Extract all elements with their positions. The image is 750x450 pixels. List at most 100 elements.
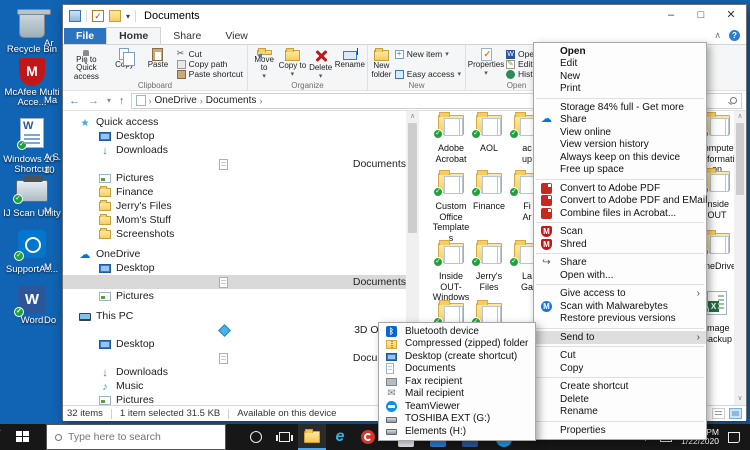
context-menu-item-convert-to-adobe-pdf-and-email[interactable]: Convert to Adobe PDF and EMail bbox=[534, 195, 706, 208]
details-view-toggle-icon[interactable] bbox=[712, 408, 725, 419]
copy-path-button[interactable]: Copy path bbox=[177, 59, 243, 69]
send-to-item-desktop-create-shortcut[interactable]: Desktop (create shortcut) bbox=[379, 350, 535, 363]
collapse-ribbon-icon[interactable]: ∧ bbox=[714, 30, 721, 41]
paste-button[interactable]: Paste bbox=[141, 47, 174, 81]
large-icons-view-toggle-icon[interactable] bbox=[729, 408, 742, 419]
customize-qat-chevron-icon[interactable]: ▾ bbox=[126, 12, 130, 21]
properties-icon[interactable] bbox=[92, 10, 104, 22]
sidebar-item-3d-objects[interactable]: 3D Objects bbox=[63, 323, 406, 337]
task-view-button[interactable] bbox=[270, 424, 298, 450]
breadcrumb-onedrive[interactable]: OneDrive bbox=[155, 95, 197, 106]
file-explorer-taskbar-button[interactable] bbox=[298, 424, 326, 450]
scroll-down-icon[interactable]: ∨ bbox=[734, 394, 746, 404]
sidebar-item-music[interactable]: Music bbox=[63, 379, 406, 393]
cut-button[interactable]: Cut bbox=[177, 49, 243, 59]
file-item-aol[interactable]: AOL bbox=[469, 115, 509, 154]
maximize-button[interactable]: □ bbox=[686, 5, 716, 26]
sidebar-item-jerry-s-files[interactable]: Jerry's Files bbox=[63, 199, 406, 213]
context-menu-item-open-with[interactable]: Open with... bbox=[534, 269, 706, 282]
context-menu-item-combine-files-in-acrobat[interactable]: Combine files in Acrobat... bbox=[534, 207, 706, 220]
help-icon[interactable] bbox=[729, 30, 740, 41]
send-to-item-teamviewer[interactable]: TeamViewer bbox=[379, 400, 535, 413]
context-menu-item-edit[interactable]: Edit bbox=[534, 58, 706, 71]
context-menu-item-share[interactable]: Share bbox=[534, 114, 706, 127]
file-scrollbar[interactable]: ∧ ∨ bbox=[734, 111, 746, 405]
context-menu-item-delete[interactable]: Delete bbox=[534, 393, 706, 406]
sidebar-item-desktop[interactable]: Desktop bbox=[63, 129, 406, 143]
taskbar-search-input[interactable] bbox=[68, 431, 198, 443]
taskbar-search[interactable] bbox=[46, 424, 226, 450]
action-center-icon[interactable] bbox=[728, 432, 740, 443]
context-menu-item-send-to[interactable]: Send to› bbox=[534, 331, 706, 344]
back-icon[interactable]: ← bbox=[67, 95, 82, 107]
file-item-custom-office-templates[interactable]: Custom Office Templates bbox=[431, 173, 471, 243]
minimize-button[interactable]: – bbox=[656, 5, 686, 26]
context-menu-item-convert-to-adobe-pdf[interactable]: Convert to Adobe PDF bbox=[534, 182, 706, 195]
file-item-finance[interactable]: Finance bbox=[469, 173, 509, 212]
edge-taskbar-button[interactable] bbox=[326, 424, 354, 450]
tab-view[interactable]: View bbox=[213, 28, 260, 44]
sidebar-item-quick-access[interactable]: Quick access bbox=[63, 115, 406, 129]
context-menu-item-rename[interactable]: Rename bbox=[534, 406, 706, 419]
sidebar-item-desktop[interactable]: Desktop bbox=[63, 337, 406, 351]
easy-access-button[interactable]: Easy access bbox=[395, 69, 461, 79]
send-to-item-bluetooth-device[interactable]: Bluetooth device bbox=[379, 325, 535, 338]
scrollbar-thumb[interactable] bbox=[408, 123, 417, 233]
sidebar-item-downloads[interactable]: Downloads bbox=[63, 365, 406, 379]
context-menu-item-cut[interactable]: Cut bbox=[534, 350, 706, 363]
rename-button[interactable]: Rename bbox=[335, 47, 365, 81]
properties-button[interactable]: Properties bbox=[468, 47, 504, 81]
cortana-button[interactable] bbox=[242, 424, 270, 450]
start-button[interactable] bbox=[0, 424, 46, 450]
context-menu-item-storage-84-full-get-more[interactable]: Storage 84% full - Get more bbox=[534, 101, 706, 114]
context-menu-item-view-version-history[interactable]: View version history bbox=[534, 139, 706, 152]
sidebar-item-this-pc[interactable]: This PC bbox=[63, 309, 406, 323]
context-menu-item-give-access-to[interactable]: Give access to› bbox=[534, 288, 706, 301]
sidebar-item-mom-s-stuff[interactable]: Mom's Stuff bbox=[63, 213, 406, 227]
context-menu-item-free-up-space[interactable]: Free up space bbox=[534, 164, 706, 177]
sidebar-item-documents[interactable]: Documents bbox=[63, 157, 406, 171]
copy-button[interactable]: Copy bbox=[108, 47, 141, 81]
context-menu-item-restore-previous-versions[interactable]: Restore previous versions bbox=[534, 313, 706, 326]
context-menu-item-properties[interactable]: Properties bbox=[534, 424, 706, 437]
up-icon[interactable]: ↑ bbox=[117, 95, 127, 107]
tab-home[interactable]: Home bbox=[106, 27, 161, 44]
paste-shortcut-button[interactable]: Paste shortcut bbox=[177, 69, 243, 79]
sidebar-item-documents[interactable]: Documents bbox=[63, 275, 406, 289]
sidebar-item-onedrive[interactable]: OneDrive bbox=[63, 247, 406, 261]
titlebar[interactable]: ▾ Documents – □ ✕ bbox=[63, 5, 746, 27]
send-to-item-elements-h[interactable]: Elements (H:) bbox=[379, 425, 535, 438]
context-menu-item-share[interactable]: Share bbox=[534, 257, 706, 270]
context-menu-item-create-shortcut[interactable]: Create shortcut bbox=[534, 381, 706, 394]
scroll-up-icon[interactable]: ∧ bbox=[406, 112, 419, 122]
close-button[interactable]: ✕ bbox=[716, 5, 746, 26]
sidebar-item-desktop[interactable]: Desktop bbox=[63, 261, 406, 275]
send-to-item-toshiba-ext-g[interactable]: TOSHIBA EXT (G:) bbox=[379, 413, 535, 426]
sidebar-item-finance[interactable]: Finance bbox=[63, 185, 406, 199]
send-to-item-mail-recipient[interactable]: Mail recipient bbox=[379, 388, 535, 401]
forward-icon[interactable]: → bbox=[86, 95, 101, 107]
recent-locations-chevron-icon[interactable]: ▾ bbox=[105, 96, 113, 105]
delete-button[interactable]: Delete bbox=[307, 47, 335, 81]
pin-to-quick-access-button[interactable]: Pin to Quick access bbox=[65, 47, 108, 81]
sidebar-item-pictures[interactable]: Pictures bbox=[63, 393, 406, 405]
context-menu-item-scan[interactable]: Scan bbox=[534, 226, 706, 239]
breadcrumb-documents[interactable]: Documents bbox=[206, 95, 257, 106]
copy-to-button[interactable]: Copy to bbox=[278, 47, 306, 81]
sidebar-item-pictures[interactable]: Pictures bbox=[63, 289, 406, 303]
move-to-button[interactable]: Move to bbox=[250, 47, 278, 81]
context-menu-item-print[interactable]: Print bbox=[534, 83, 706, 96]
new-folder-button[interactable]: New folder bbox=[370, 47, 393, 81]
send-to-item-fax-recipient[interactable]: Fax recipient bbox=[379, 375, 535, 388]
new-item-button[interactable]: New item bbox=[395, 49, 461, 59]
context-menu-item-always-keep-on-this-device[interactable]: Always keep on this device bbox=[534, 151, 706, 164]
tab-file[interactable]: File bbox=[64, 28, 106, 44]
context-menu-item-copy[interactable]: Copy bbox=[534, 362, 706, 375]
file-item-jerry-s-files[interactable]: Jerry's Files bbox=[469, 243, 509, 292]
tab-share[interactable]: Share bbox=[161, 28, 213, 44]
context-menu-item-scan-with-malwarebytes[interactable]: Scan with Malwarebytes bbox=[534, 300, 706, 313]
file-item-adobe-acrobat[interactable]: Adobe Acrobat bbox=[431, 115, 471, 164]
context-menu-item-view-online[interactable]: View online bbox=[534, 126, 706, 139]
sidebar-item-pictures[interactable]: Pictures bbox=[63, 171, 406, 185]
send-to-item-documents[interactable]: Documents bbox=[379, 363, 535, 376]
